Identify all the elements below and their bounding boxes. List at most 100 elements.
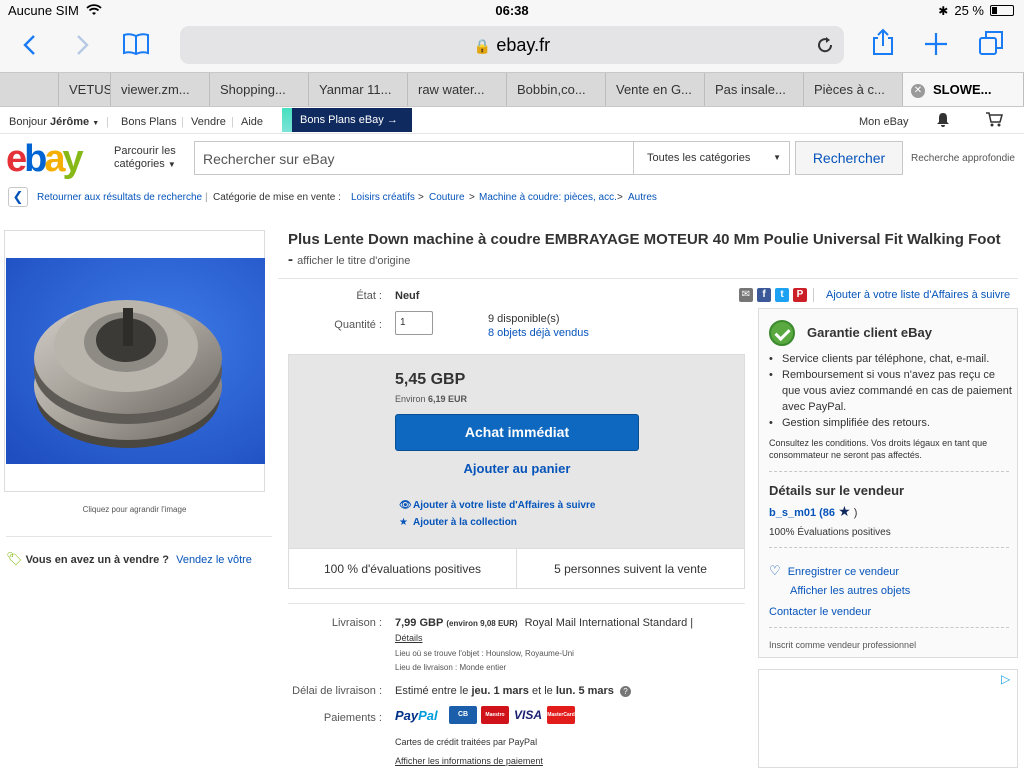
cart-icon[interactable] (985, 112, 1003, 127)
close-tab-icon[interactable]: ✕ (911, 83, 925, 98)
watchers-count: 5 personnes suivent la vente (516, 549, 744, 588)
sold-count-link[interactable]: 8 objets déjà vendus (488, 327, 589, 339)
guarantee-list: Service clients par téléphone, chat, e-m… (769, 351, 1013, 431)
browser-tab[interactable]: raw water... (408, 73, 507, 106)
add-to-watchlist-link[interactable]: Ajouter à votre liste d'Affaires à suivr… (826, 289, 1010, 301)
bookmarks-icon[interactable] (122, 32, 150, 56)
product-image-box[interactable] (4, 230, 265, 492)
battery-icon (990, 5, 1014, 16)
item-location: Lieu où se trouve l'objet : Hounslow, Ro… (395, 649, 574, 658)
browser-tab[interactable]: Bobbin,co... (507, 73, 606, 106)
pulley-image (6, 258, 265, 464)
browser-tab[interactable]: Ca (0, 73, 59, 106)
other-items-link[interactable]: Afficher les autres objets (790, 585, 910, 597)
shipping-details-link[interactable]: Détails (395, 633, 423, 643)
add-collection-link[interactable]: ★ Ajouter à la collection (399, 517, 517, 528)
browser-tab[interactable]: Pièces à c... (804, 73, 903, 106)
search-button[interactable]: Rechercher (795, 141, 903, 175)
sell-yours-link[interactable]: Vendez le vôtre (176, 554, 252, 566)
advanced-search-link[interactable]: Recherche approfondie (911, 153, 1015, 164)
browser-tab[interactable]: Vente en G... (606, 73, 705, 106)
adchoices-icon[interactable]: ▷ (1001, 672, 1015, 686)
ad-box[interactable]: ▷ (758, 669, 1018, 768)
list-item: Service clients par téléphone, chat, e-m… (769, 351, 1013, 367)
shield-check-icon (769, 320, 795, 346)
seller-name[interactable]: b_s_m01 (86 ★ ) (769, 503, 857, 520)
payment-info-link[interactable]: Afficher les informations de paiement (395, 756, 543, 766)
contact-seller-link[interactable]: Contacter le vendeur (769, 606, 871, 618)
nav-aide[interactable]: Aide (241, 116, 263, 128)
breadcrumb-item[interactable]: Couture (429, 192, 465, 203)
search-box: Rechercher sur eBay Toutes les catégorie… (194, 141, 790, 175)
visa-logo: VISA (513, 706, 543, 724)
bons-plans-banner[interactable]: Bons Plans eBay → (282, 108, 412, 132)
reload-icon[interactable] (816, 36, 834, 54)
back-to-results-link[interactable]: Retourner aux résultats de recherche (37, 192, 202, 203)
price: 5,45 GBP (395, 371, 466, 388)
back-icon[interactable] (22, 34, 36, 56)
ships-to: Lieu de livraison : Monde entier (395, 663, 507, 672)
listing-stats: 100 % d'évaluations positives 5 personne… (288, 549, 745, 589)
browser-tab-active[interactable]: ✕ SLOWE... (903, 73, 1024, 106)
seller-title: Détails sur le vendeur (769, 483, 905, 498)
share-icons: ✉ f t P (739, 288, 814, 302)
help-icon[interactable]: ? (619, 686, 631, 697)
shipping-approx: (environ 9,08 EUR) (446, 619, 518, 628)
nav-vendre[interactable]: Vendre (191, 116, 226, 128)
listing-title: Plus Lente Down machine à coudre EMBRAYA… (288, 231, 1001, 268)
tab-bar: Ca VETUS C viewer.zm... Shopping... Yanm… (0, 72, 1024, 107)
heart-icon: ♡ (769, 563, 781, 578)
clock: 06:38 (495, 3, 529, 18)
forward-icon[interactable] (76, 34, 90, 56)
buy-box: 5,45 GBP Environ 6,19 EUR Achat immédiat… (288, 354, 745, 549)
paypal-logo: PayPal (395, 707, 438, 723)
mail-icon[interactable]: ✉ (739, 288, 753, 302)
address-bar[interactable]: 🔒 ebay.fr (180, 26, 844, 64)
original-title-link[interactable]: afficher le titre d'origine (297, 255, 410, 267)
maestro-logo: Maestro (481, 706, 509, 724)
chevron-down-icon: ▼ (92, 120, 100, 127)
mastercard-logo: MasterCard (547, 706, 575, 724)
category-select[interactable]: Toutes les catégories ▼ (633, 142, 791, 174)
new-tab-icon[interactable] (924, 32, 948, 56)
product-image[interactable] (6, 258, 265, 464)
nav-mon-ebay[interactable]: Mon eBay (859, 116, 909, 128)
tabs-icon[interactable] (978, 30, 1004, 56)
nav-bons-plans[interactable]: Bons Plans (121, 116, 177, 128)
add-to-cart-button[interactable]: Ajouter au panier (395, 461, 639, 476)
twitter-icon[interactable]: t (775, 288, 789, 302)
browser-tab[interactable]: VETUS C (59, 73, 111, 106)
browser-tab[interactable]: Shopping... (210, 73, 309, 106)
star-icon: ★ (399, 517, 408, 528)
share-icon[interactable] (872, 28, 894, 56)
breadcrumb-item[interactable]: Loisirs créatifs (351, 192, 415, 203)
bluetooth-icon: ✱ (938, 3, 949, 18)
breadcrumb-item[interactable]: Machine à coudre: pièces, acc. (479, 192, 617, 203)
greeting[interactable]: Bonjour Jérôme ▼ (9, 116, 99, 128)
browse-categories[interactable]: Parcourir les catégories ▼ (114, 145, 176, 171)
enlarge-hint: Cliquez pour agrandir l'image (82, 505, 187, 514)
sell-yours: 🏷 Vous en avez un à vendre ? Vendez le v… (6, 536, 272, 567)
browser-tab[interactable]: Yanmar 11... (309, 73, 408, 106)
back-arrow-icon[interactable]: ❮ (8, 187, 28, 207)
chevron-down-icon: ▼ (167, 160, 176, 169)
pinterest-icon[interactable]: P (793, 288, 807, 302)
search-input[interactable]: Rechercher sur eBay (203, 151, 335, 167)
approx-price: Environ 6,19 EUR (395, 394, 468, 404)
status-bar: Aucune SIM 06:38 ✱ 25 % (0, 0, 1024, 22)
browser-tab[interactable]: Pas insale... (705, 73, 804, 106)
delivery-estimate: Estimé entre le jeu. 1 mars et le lun. 5… (395, 685, 631, 697)
condition-label: État : (356, 290, 382, 302)
guarantee-note: Consultez les conditions. Vos droits lég… (769, 438, 988, 460)
bell-icon[interactable] (936, 112, 950, 127)
battery-percent: 25 % (954, 3, 984, 18)
buy-now-button[interactable]: Achat immédiat (395, 414, 639, 451)
browser-tab[interactable]: viewer.zm... (111, 73, 210, 106)
add-watchlist-link[interactable]: 👁Ajouter à votre liste d'Affaires à suiv… (399, 500, 595, 511)
ebay-logo[interactable]: ebay (6, 138, 84, 181)
facebook-icon[interactable]: f (757, 288, 771, 302)
quantity-input[interactable]: 1 (395, 311, 433, 335)
save-seller-link[interactable]: ♡ Enregistrer ce vendeur (769, 563, 899, 579)
shipping-info: 7,99 GBP (environ 9,08 EUR) Royal Mail I… (395, 617, 693, 629)
breadcrumb-item[interactable]: Autres (628, 192, 657, 203)
